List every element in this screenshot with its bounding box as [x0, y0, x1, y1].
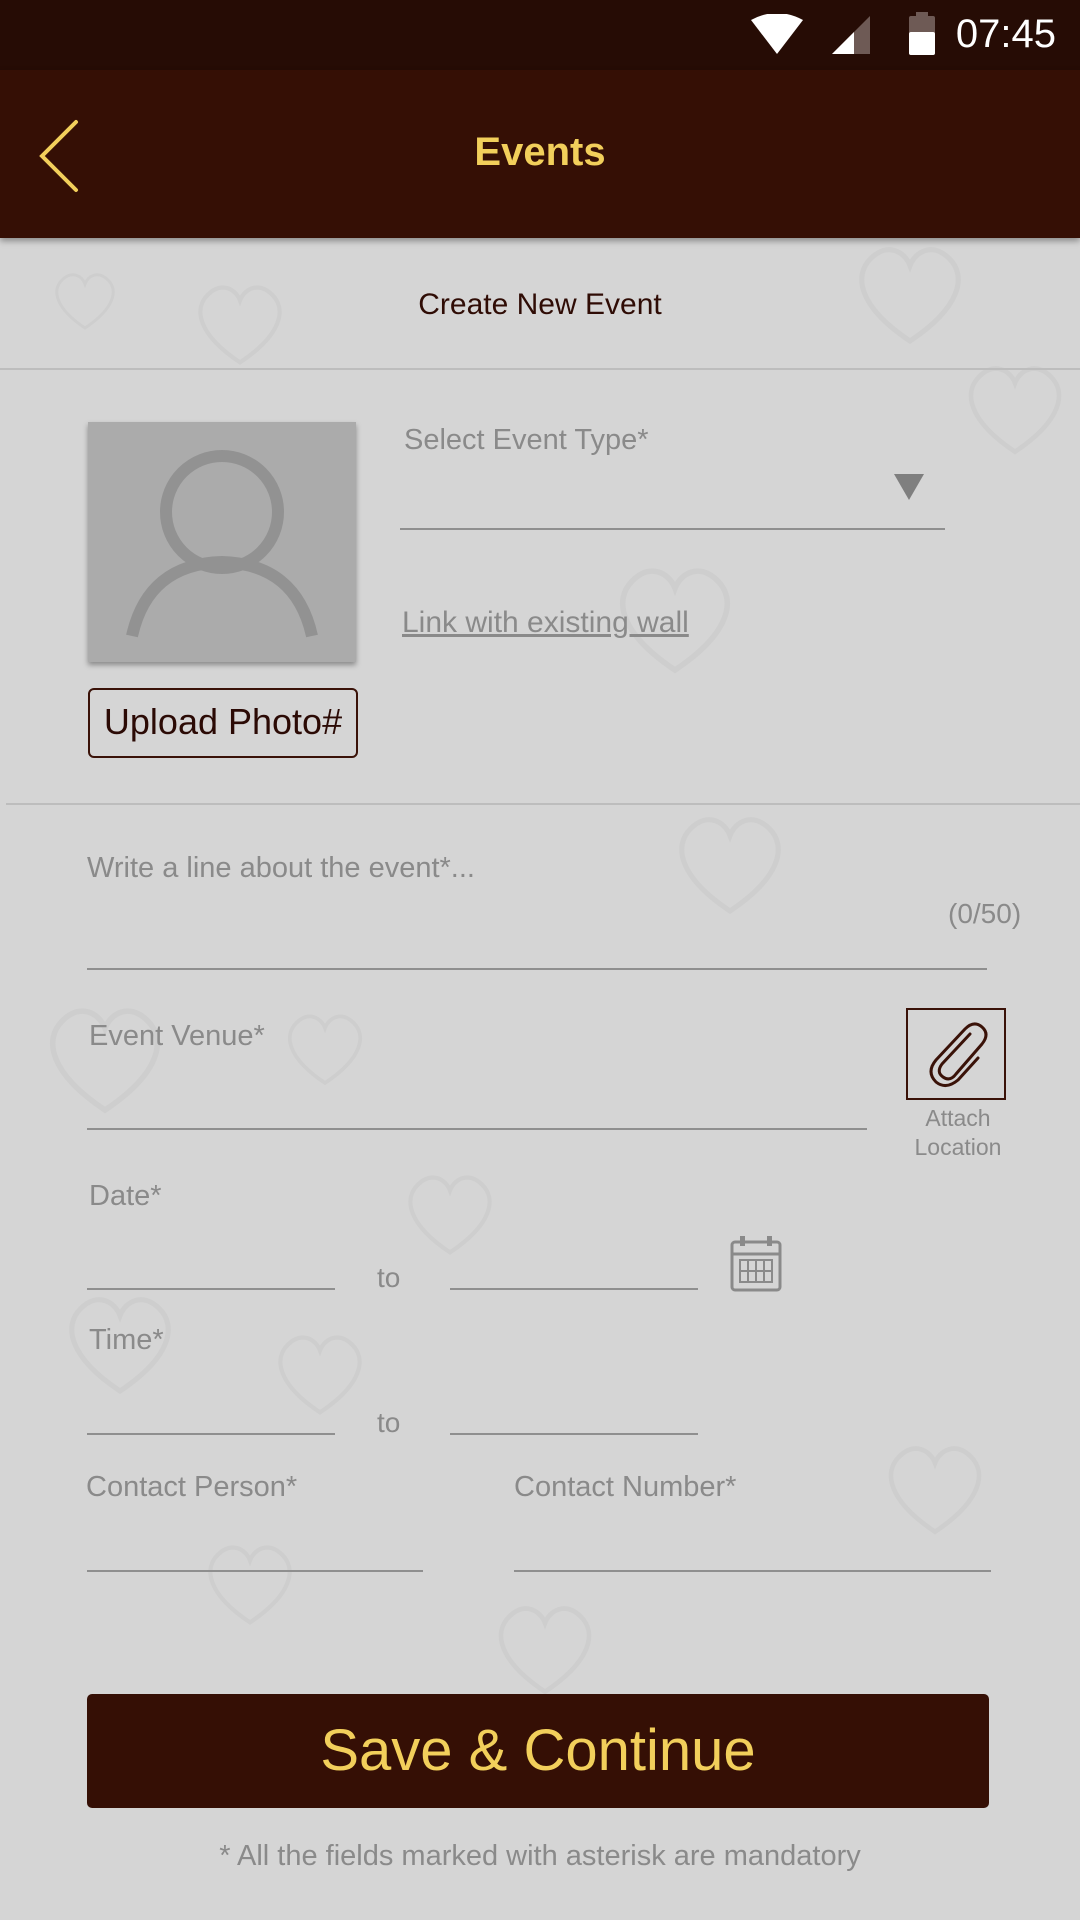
dropdown-arrow-icon[interactable] — [894, 474, 924, 500]
event-description-input[interactable]: Write a line about the event*... — [87, 852, 475, 885]
heart-pattern-icon — [49, 1008, 161, 1114]
start-time-field[interactable] — [87, 1433, 335, 1435]
page-title: Events — [474, 130, 606, 174]
attach-location-text: Attach Location — [914, 1105, 1002, 1160]
end-time-field[interactable] — [450, 1433, 698, 1435]
contact-number-underline — [514, 1570, 991, 1572]
date-to-label: to — [377, 1262, 401, 1293]
time-label: Time* — [89, 1324, 164, 1356]
heart-pattern-icon — [888, 1446, 982, 1535]
section-title: Create New Event — [418, 288, 662, 321]
upload-photo-button[interactable]: Upload Photo# — [88, 688, 358, 758]
mandatory-note: * All the fields marked with asterisk ar… — [219, 1840, 861, 1872]
status-time: 07:45 — [955, 12, 1056, 56]
calendar-icon[interactable] — [730, 1234, 782, 1292]
heart-pattern-icon — [968, 366, 1062, 455]
signal-icon — [832, 16, 870, 54]
wifi-icon — [751, 14, 803, 54]
heart-pattern-icon — [208, 1545, 292, 1625]
heart-pattern-icon — [408, 1175, 492, 1255]
attach-location-button[interactable] — [906, 1008, 1006, 1100]
paperclip-icon — [929, 1022, 988, 1087]
status-bar: 07:45 — [0, 0, 1080, 70]
event-photo[interactable] — [88, 422, 356, 662]
battery-icon — [909, 12, 935, 55]
save-continue-button[interactable]: Save & Continue — [87, 1694, 989, 1808]
event-type-label: Select Event Type* — [404, 424, 649, 456]
heart-pattern-icon — [498, 1606, 592, 1695]
divider — [6, 803, 1080, 805]
divider — [0, 368, 1080, 370]
time-to-label: to — [377, 1407, 401, 1438]
event-type-dropdown[interactable] — [400, 528, 945, 530]
heart-pattern-icon — [679, 817, 781, 915]
char-counter: (0/50) — [948, 898, 1022, 929]
end-date-field[interactable] — [450, 1288, 698, 1290]
description-underline — [87, 968, 987, 970]
avatar-placeholder-icon — [126, 450, 318, 638]
date-label: Date* — [89, 1180, 162, 1212]
contact-person-underline — [87, 1570, 423, 1572]
contact-number-input[interactable]: Contact Number* — [514, 1471, 736, 1504]
app-bar: Events — [0, 70, 1080, 238]
venue-underline — [87, 1128, 867, 1130]
event-venue-input[interactable]: Event Venue* — [89, 1020, 265, 1053]
contact-person-input[interactable]: Contact Person* — [86, 1471, 297, 1504]
start-date-field[interactable] — [87, 1288, 335, 1290]
link-existing-wall-link[interactable]: Link with existing wall — [402, 606, 689, 640]
attach-location-label: Attach Location — [896, 1104, 1020, 1162]
heart-pattern-icon — [278, 1335, 362, 1415]
heart-pattern-icon — [287, 1014, 363, 1086]
